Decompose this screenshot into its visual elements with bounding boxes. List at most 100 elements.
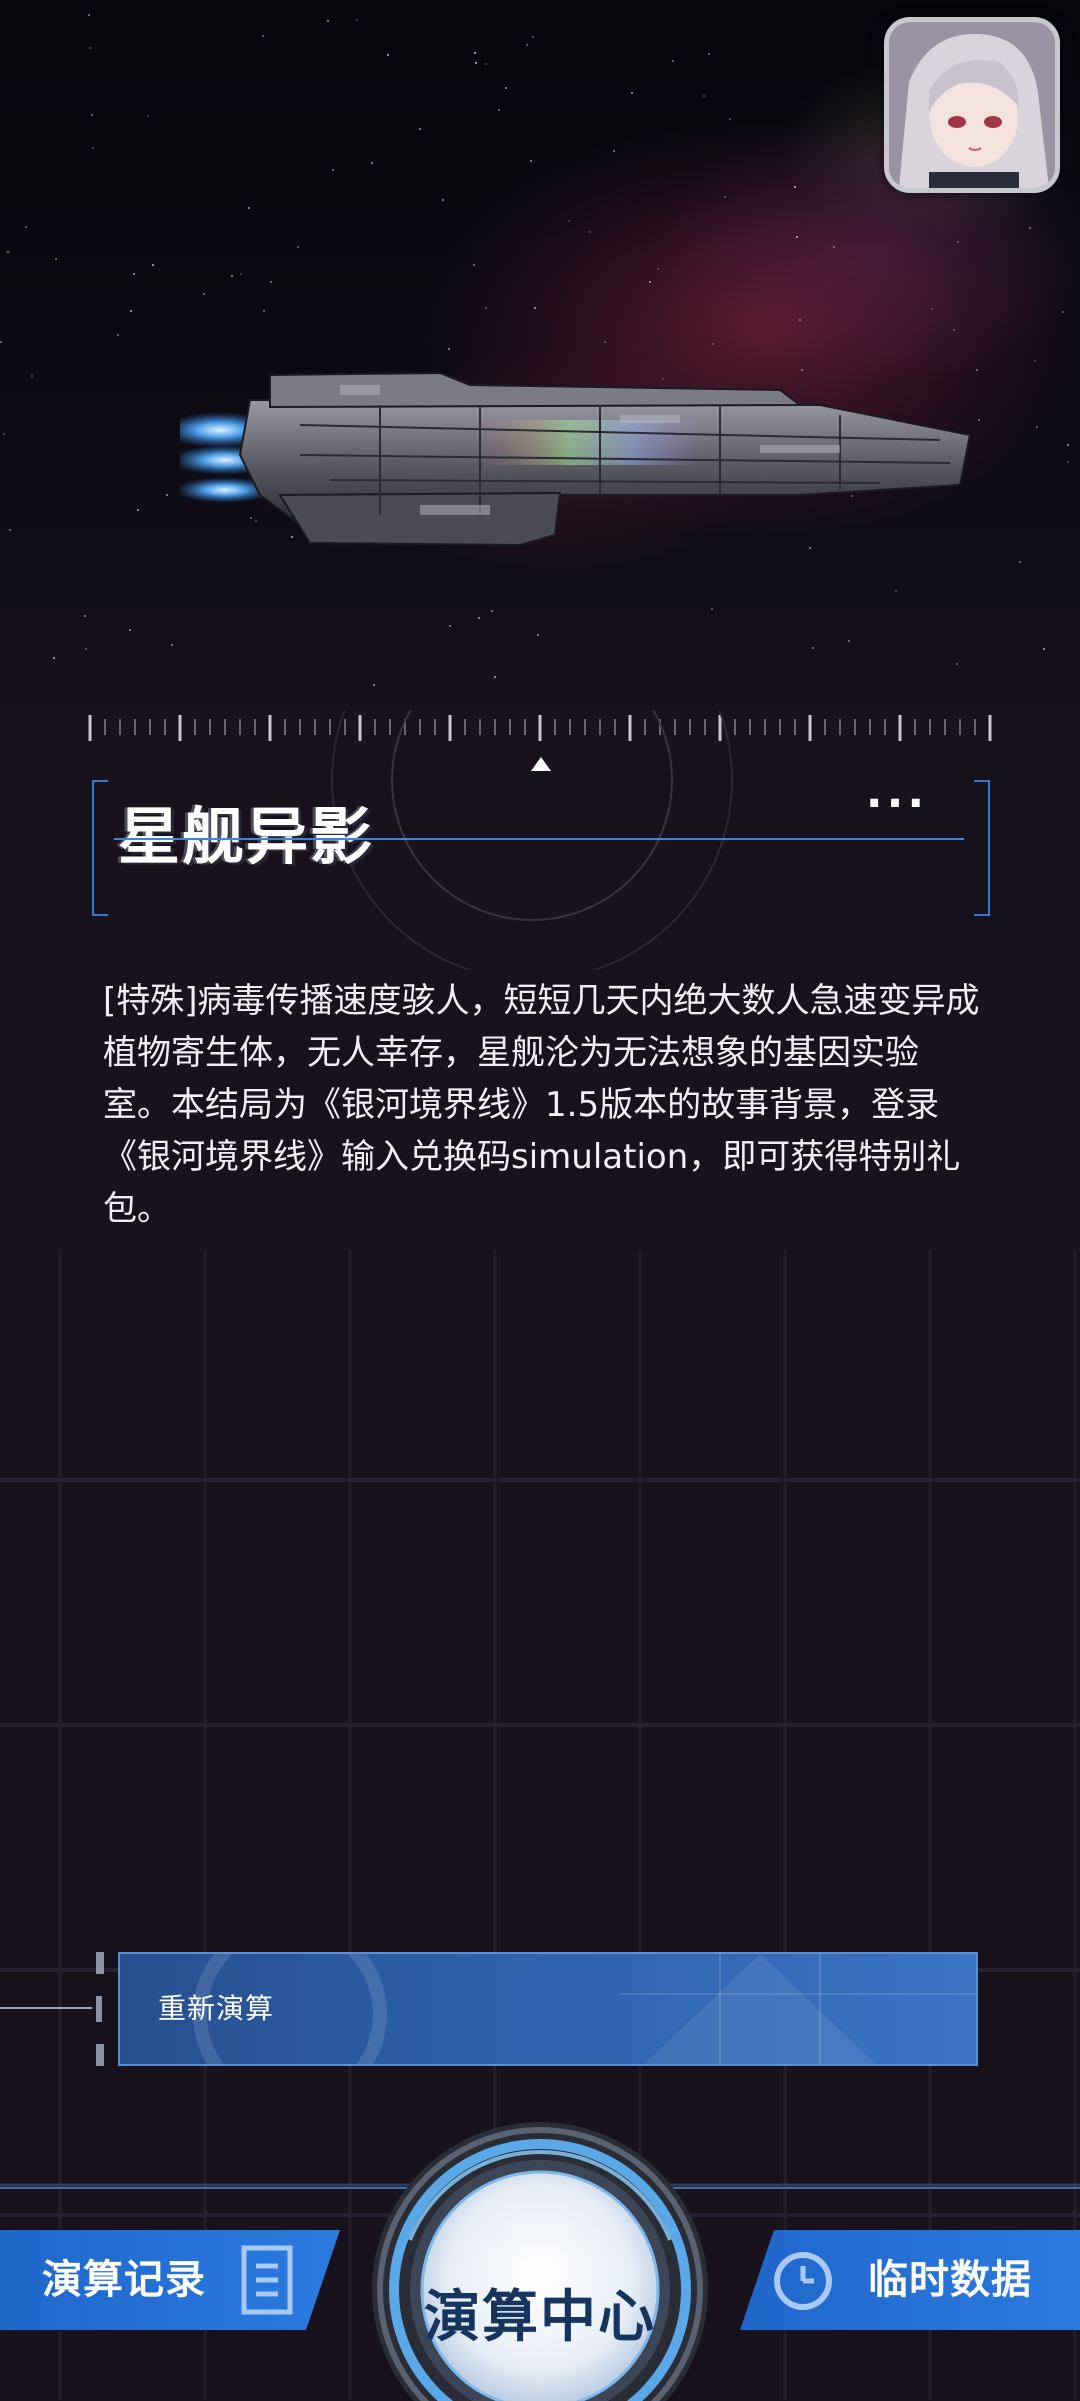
nav-center-button[interactable]: 演算中心 bbox=[370, 2120, 710, 2401]
star bbox=[631, 92, 633, 94]
star bbox=[724, 196, 726, 198]
star bbox=[532, 36, 534, 38]
star bbox=[530, 160, 532, 162]
star bbox=[1029, 227, 1031, 229]
star bbox=[895, 590, 897, 592]
star bbox=[231, 275, 233, 277]
star bbox=[31, 375, 33, 377]
star bbox=[537, 634, 539, 636]
nav-center-label: 演算中心 bbox=[424, 2285, 656, 2348]
star bbox=[649, 281, 651, 283]
avatar bbox=[889, 22, 1055, 188]
star bbox=[1067, 444, 1069, 446]
star bbox=[419, 128, 421, 130]
star bbox=[494, 676, 496, 678]
frame-corner-left bbox=[92, 780, 108, 916]
connector-line bbox=[0, 1952, 104, 2066]
bottom-navigation: 演算记录 临时数据 演算中心 bbox=[0, 2060, 1080, 2401]
ellipsis-icon: ··· bbox=[865, 778, 929, 829]
star bbox=[1036, 426, 1038, 428]
star bbox=[7, 251, 9, 253]
star bbox=[129, 629, 131, 631]
star bbox=[85, 648, 87, 650]
star bbox=[332, 169, 334, 171]
nav-temp-data[interactable]: 临时数据 bbox=[740, 2230, 1080, 2330]
nav-temp-data-label: 临时数据 bbox=[868, 2258, 1032, 2302]
star bbox=[0, 341, 2, 343]
star bbox=[589, 231, 591, 233]
star bbox=[604, 341, 606, 343]
star bbox=[485, 307, 487, 309]
star bbox=[1067, 461, 1069, 463]
star bbox=[475, 62, 477, 64]
star bbox=[956, 663, 958, 665]
star bbox=[931, 308, 933, 310]
star bbox=[53, 657, 55, 659]
star bbox=[171, 644, 173, 646]
star bbox=[263, 310, 265, 312]
star bbox=[485, 63, 487, 65]
app-root: 星舰异影 ··· [特殊]病毒传播速度骇人，短短几天内绝大数人急速变异成植物寄生… bbox=[0, 0, 1080, 2401]
starship-illustration bbox=[180, 371, 972, 547]
star bbox=[117, 334, 119, 336]
clock-icon bbox=[774, 2252, 832, 2310]
star bbox=[708, 53, 710, 55]
star bbox=[812, 647, 814, 649]
star bbox=[248, 207, 250, 209]
recalculate-button[interactable]: 重新演算 bbox=[118, 1952, 978, 2066]
star bbox=[371, 162, 373, 164]
star bbox=[147, 115, 149, 117]
star bbox=[55, 258, 57, 260]
center-ring bbox=[372, 2122, 708, 2401]
avatar-button[interactable] bbox=[884, 17, 1060, 193]
star bbox=[92, 147, 94, 149]
star bbox=[1043, 648, 1045, 650]
star bbox=[657, 268, 659, 270]
title-underline bbox=[114, 838, 964, 840]
star bbox=[1062, 311, 1064, 313]
star bbox=[89, 47, 91, 49]
star bbox=[130, 310, 132, 312]
star bbox=[833, 246, 835, 248]
star bbox=[1019, 561, 1021, 563]
recalculate-row: 重新演算 bbox=[0, 1950, 1080, 2070]
star bbox=[478, 617, 480, 619]
star bbox=[613, 150, 615, 152]
star bbox=[729, 118, 731, 120]
star bbox=[796, 236, 798, 238]
star bbox=[957, 241, 959, 243]
star bbox=[387, 54, 389, 56]
star bbox=[166, 494, 168, 496]
title-frame: 星舰异影 ··· bbox=[92, 710, 990, 970]
star bbox=[25, 226, 27, 228]
star bbox=[9, 529, 11, 531]
star bbox=[88, 14, 90, 16]
star bbox=[473, 264, 475, 266]
hero-banner bbox=[0, 0, 1080, 705]
star bbox=[953, 329, 955, 331]
star bbox=[327, 20, 329, 22]
star bbox=[84, 615, 86, 617]
star bbox=[505, 87, 507, 89]
star bbox=[526, 44, 528, 46]
star bbox=[568, 220, 570, 222]
star bbox=[799, 319, 801, 321]
nav-records[interactable]: 演算记录 bbox=[0, 2230, 340, 2330]
page-title: 星舰异影 bbox=[118, 803, 375, 872]
star bbox=[794, 186, 796, 188]
star bbox=[356, 19, 358, 21]
star bbox=[133, 273, 135, 275]
star bbox=[442, 199, 444, 201]
more-button[interactable]: ··· bbox=[852, 774, 942, 834]
star bbox=[703, 95, 705, 97]
star bbox=[534, 307, 536, 309]
recalculate-label: 重新演算 bbox=[158, 1992, 275, 2025]
star bbox=[240, 273, 242, 275]
star bbox=[1034, 360, 1036, 362]
star bbox=[203, 293, 205, 295]
document-list-icon bbox=[241, 2245, 293, 2315]
star bbox=[3, 433, 5, 435]
star bbox=[711, 608, 713, 610]
star bbox=[672, 60, 674, 62]
star bbox=[262, 35, 264, 37]
